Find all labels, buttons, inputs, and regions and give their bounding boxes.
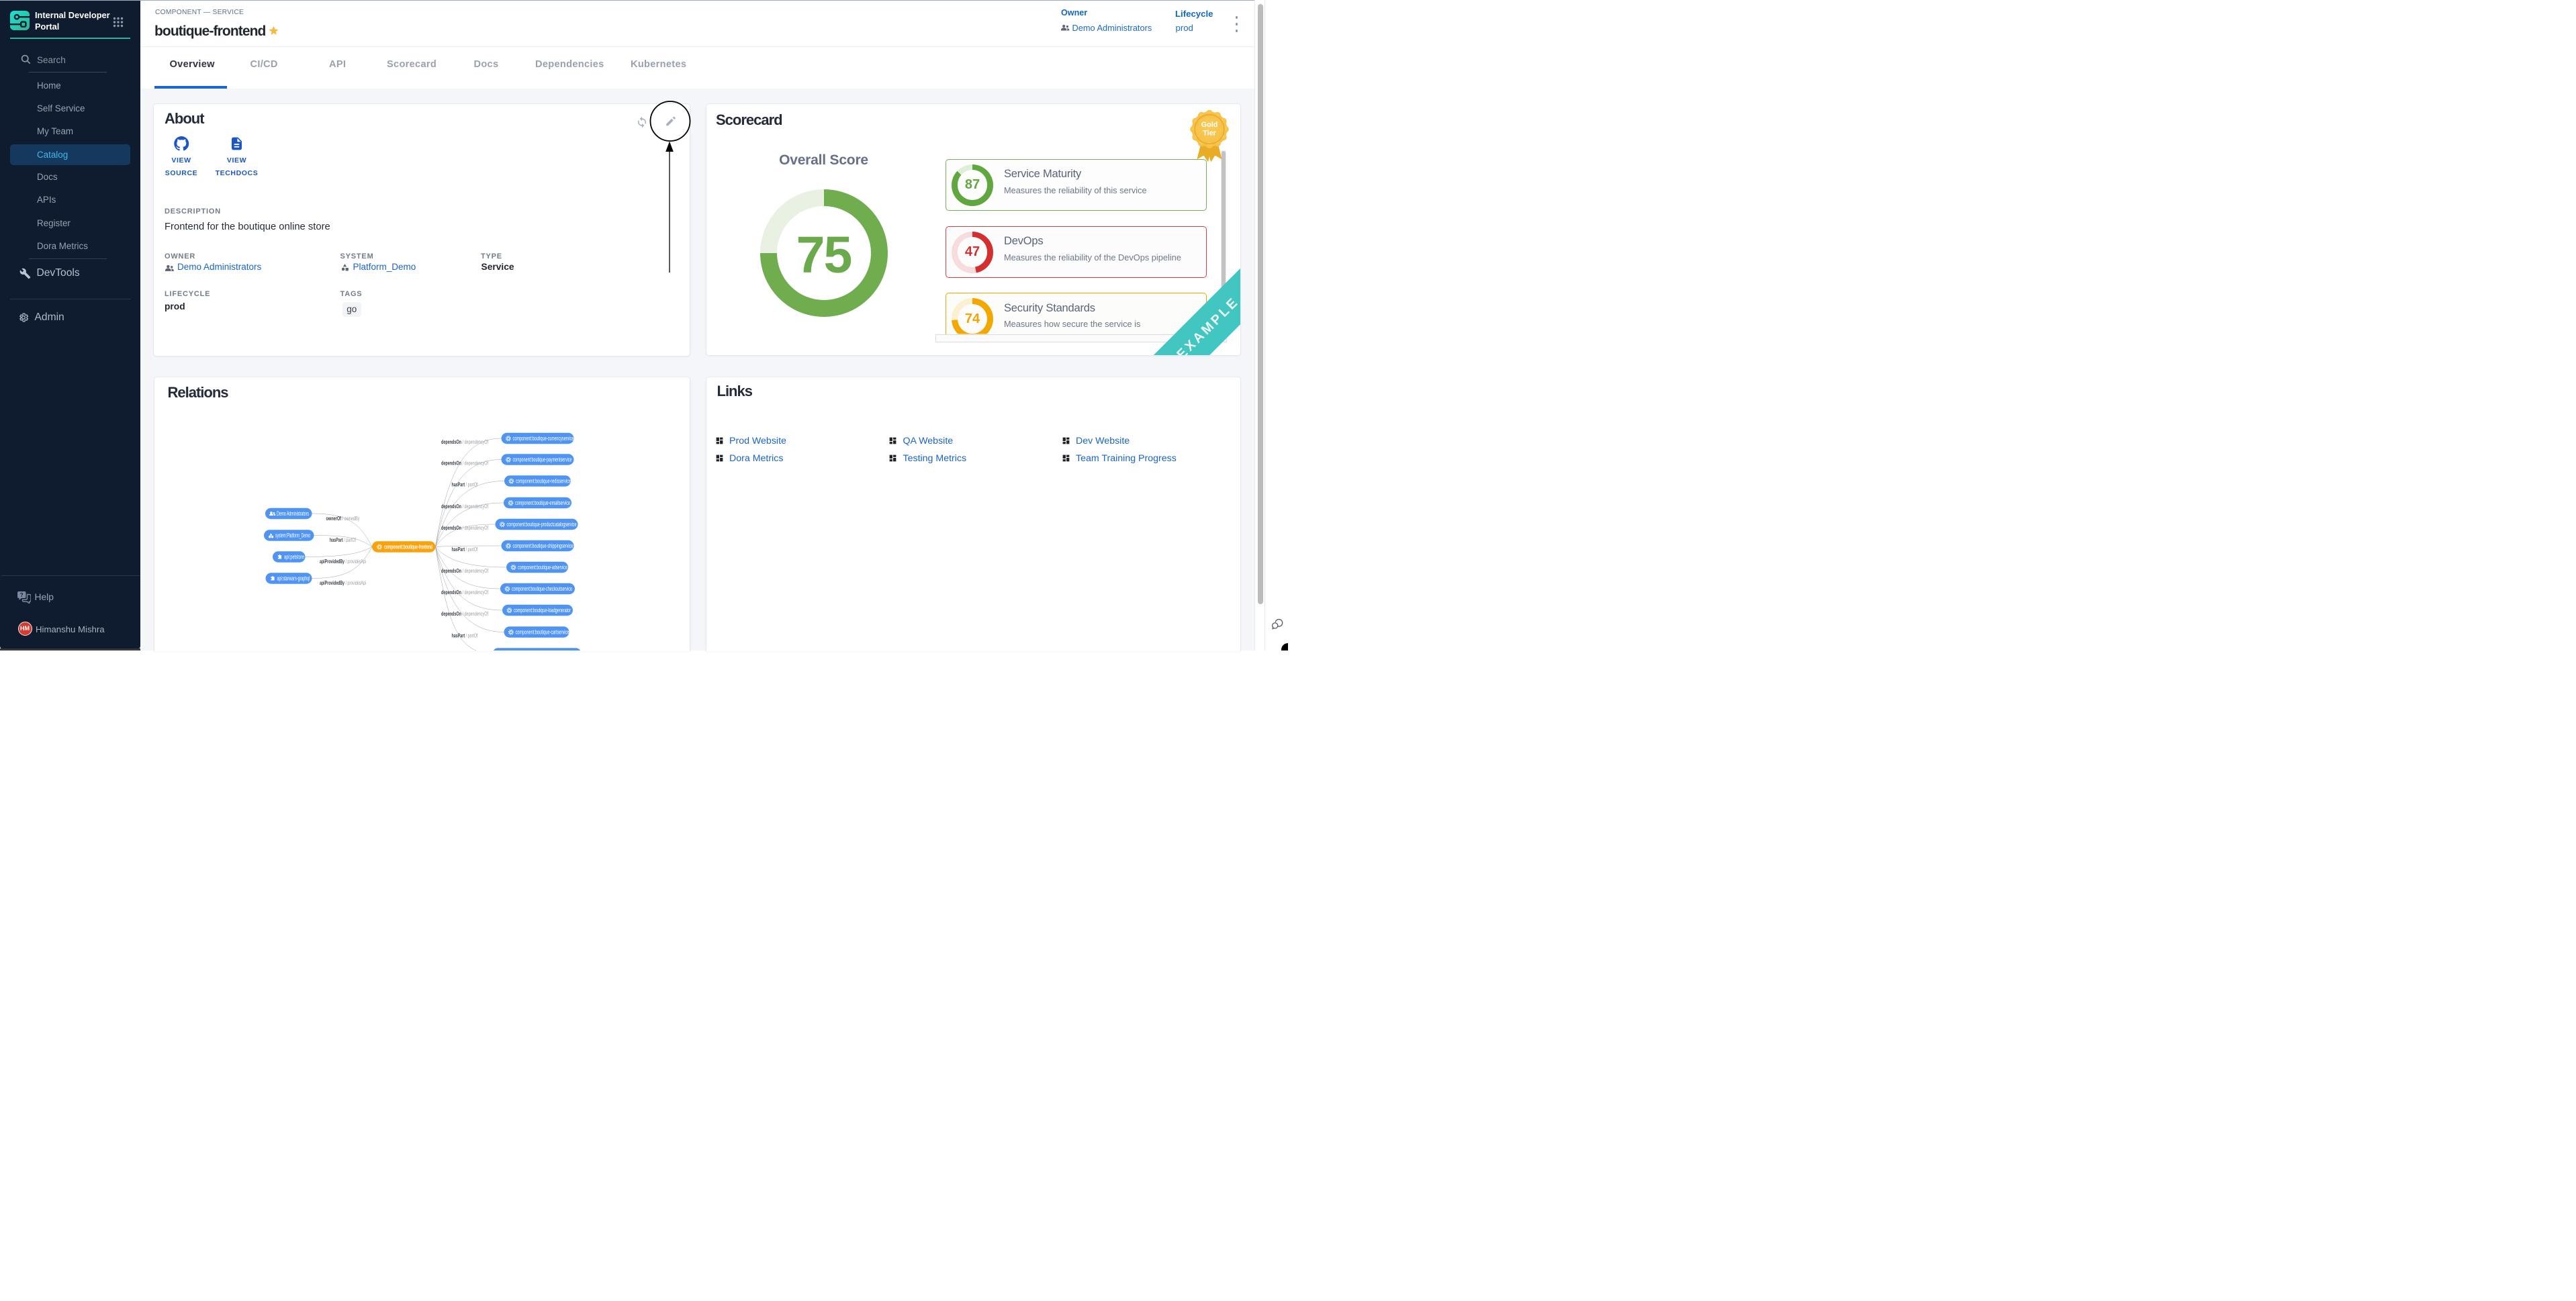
svg-text:component:boutique-paymentserv: component:boutique-paymentservice <box>513 456 572 463</box>
svg-text:Demo Administrators: Demo Administrators <box>277 510 309 517</box>
svg-text:hasPart / partOf: hasPart / partOf <box>452 481 478 487</box>
svg-text:apiProvidedBy / providesApi: apiProvidedBy / providesApi <box>320 558 366 565</box>
svg-text:component:boutique-checkoutser: component:boutique-checkoutservice <box>512 585 572 592</box>
svg-text:component:boutique-redisservic: component:boutique-redisservice <box>516 477 571 484</box>
svg-text:component:boutique-emailservic: component:boutique-emailservice <box>515 499 570 506</box>
svg-text:component:boutique-cartservice: component:boutique-cartservice <box>516 628 569 635</box>
svg-text:apiProvidedBy / providesApi: apiProvidedBy / providesApi <box>320 579 366 586</box>
svg-text:dependsOn / dependencyOf: dependsOn / dependencyOf <box>441 503 488 510</box>
svg-text:api:starwars-graphql: api:starwars-graphql <box>277 575 310 581</box>
svg-text:hasPart / partOf: hasPart / partOf <box>452 632 478 638</box>
svg-text:hasPart / partOf: hasPart / partOf <box>452 546 478 552</box>
svg-text:system:Platform_Demo: system:Platform_Demo <box>275 532 310 538</box>
svg-text:dependsOn / dependencyOf: dependsOn / dependencyOf <box>441 438 488 445</box>
svg-text:hasPart / partOf: hasPart / partOf <box>330 536 356 543</box>
svg-text:api:petstore: api:petstore <box>284 553 304 560</box>
svg-text:component:boutique-loadgenerat: component:boutique-loadgenerator <box>514 607 571 614</box>
svg-text:component:boutique-productcata: component:boutique-productcatalogservice <box>507 521 577 528</box>
svg-text:component:boutique-adservice: component:boutique-adservice <box>518 564 567 571</box>
svg-text:component:boutique-frontend: component:boutique-frontend <box>384 543 432 550</box>
svg-text:ownerOf / ownedBy: ownerOf / ownedBy <box>326 515 360 522</box>
svg-text:?: ? <box>20 592 24 598</box>
svg-text:dependsOn / dependencyOf: dependsOn / dependencyOf <box>441 610 488 617</box>
svg-text:Gold: Gold <box>1201 121 1217 129</box>
svg-text:dependsOn / dependencyOf: dependsOn / dependencyOf <box>441 567 488 574</box>
svg-text:component:boutique-currencyser: component:boutique-currencyservice <box>513 435 574 442</box>
svg-text:dependsOn / dependencyOf: dependsOn / dependencyOf <box>441 524 488 531</box>
svg-text:dependsOn / dependencyOf: dependsOn / dependencyOf <box>441 459 488 466</box>
svg-text:component:boutique-shippingser: component:boutique-shippingservice <box>513 542 573 549</box>
svg-text:dependsOn / dependencyOf: dependsOn / dependencyOf <box>441 589 488 595</box>
svg-text:Tier: Tier <box>1203 130 1216 138</box>
